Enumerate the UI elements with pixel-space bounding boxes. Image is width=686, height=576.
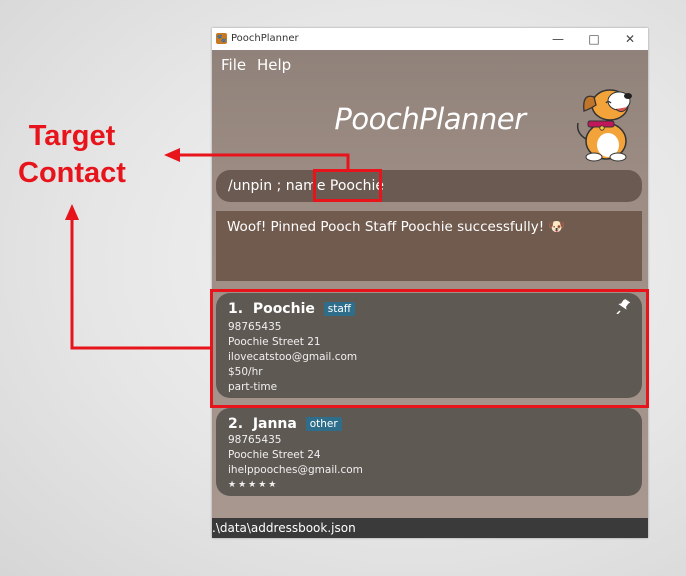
contact-card[interactable]: 2. Janna other 98765435 Poochie Street 2… xyxy=(216,408,642,496)
app-title: PoochPlanner xyxy=(334,102,526,136)
app-icon: 🐾 xyxy=(216,33,227,44)
contact-name-row: 2. Janna other xyxy=(228,416,342,432)
annotation-label-line2: Contact xyxy=(18,157,126,189)
menu-help[interactable]: Help xyxy=(257,56,291,74)
status-bar: .\data\addressbook.json xyxy=(212,518,648,538)
annotation-label: Target Contact xyxy=(8,118,136,192)
contact-highlight-box xyxy=(210,289,649,408)
result-display: Woof! Pinned Pooch Staff Poochie success… xyxy=(216,211,642,281)
contact-tag: other xyxy=(305,417,342,431)
contact-name: Janna xyxy=(252,416,297,432)
app-window: 🐾 PoochPlanner — □ ✕ File Help PoochPlan… xyxy=(212,28,648,538)
annotation-label-line1: Target xyxy=(28,120,116,152)
close-icon[interactable]: ✕ xyxy=(612,30,648,48)
arrow-from-contact xyxy=(65,204,210,350)
dog-mascot-icon xyxy=(576,89,632,162)
contact-address: Poochie Street 24 xyxy=(228,449,321,461)
maximize-icon[interactable]: □ xyxy=(576,30,612,48)
menu-bar: File Help xyxy=(212,50,648,76)
title-bar: 🐾 PoochPlanner — □ ✕ xyxy=(212,28,648,50)
contact-phone: 98765435 xyxy=(228,434,282,446)
result-message: Woof! Pinned Pooch Staff Poochie success… xyxy=(227,219,566,235)
command-input[interactable]: /unpin ; name Poochie xyxy=(216,170,642,202)
contact-rating: ★★★★★ xyxy=(228,480,279,490)
window-title: PoochPlanner xyxy=(231,33,299,44)
contact-email: ihelppooches@gmail.com xyxy=(228,464,363,476)
status-file-path: .\data\addressbook.json xyxy=(212,521,356,535)
menu-file[interactable]: File xyxy=(221,56,246,74)
contact-index: 2. xyxy=(228,416,244,432)
minimize-icon[interactable]: — xyxy=(540,30,576,48)
command-highlight-box xyxy=(313,169,382,202)
